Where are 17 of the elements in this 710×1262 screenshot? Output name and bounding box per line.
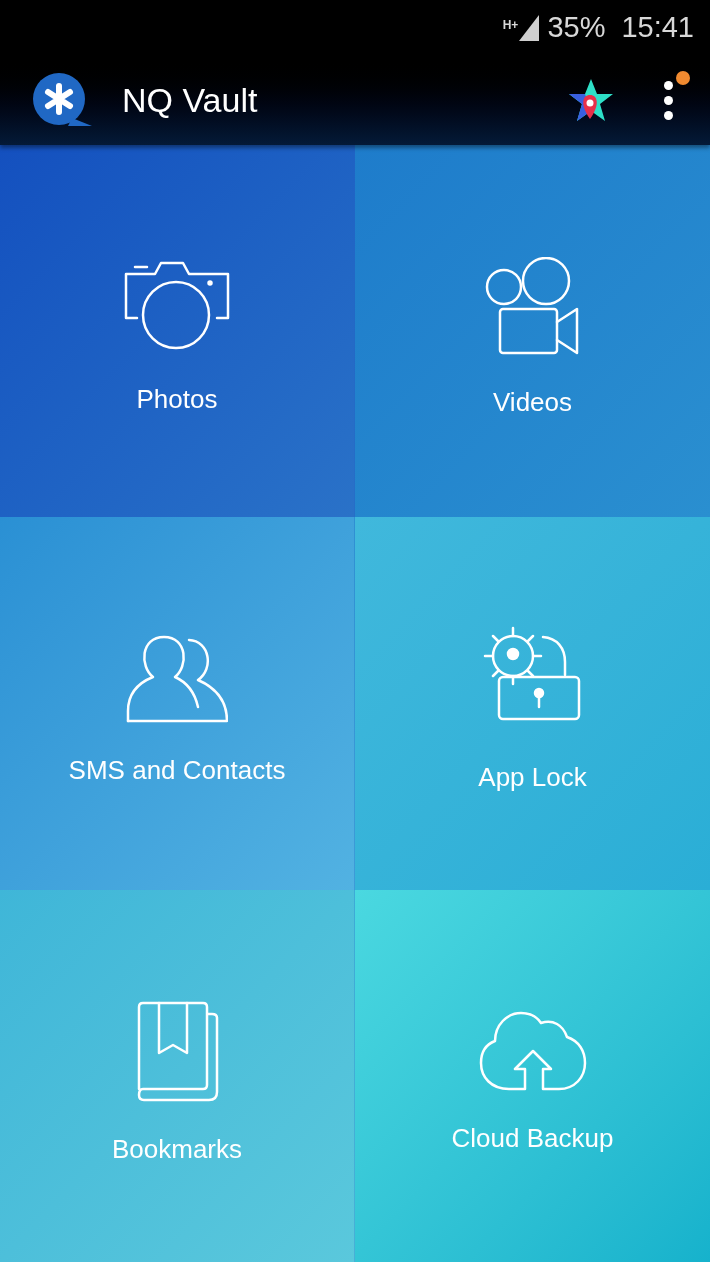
feature-tile[interactable]: Videos: [355, 145, 710, 518]
feature-tile[interactable]: SMS and Contacts: [0, 517, 355, 890]
video-camera-icon: [484, 257, 581, 356]
clock: 15:41: [621, 13, 694, 42]
battery-level: 35%: [547, 13, 606, 42]
network-type: H+: [502, 18, 519, 31]
app-logo: [32, 72, 92, 128]
app-title: NQ Vault: [122, 79, 258, 121]
cloud-upload-icon: [478, 1010, 587, 1091]
feature-tile[interactable]: Cloud Backup: [355, 889, 710, 1262]
feature-tile[interactable]: App Lock: [355, 517, 710, 890]
star-pin-button[interactable]: [568, 77, 614, 123]
star-pin-icon: [568, 77, 614, 123]
signal-icon: [519, 14, 540, 41]
people-icon: [126, 633, 228, 724]
feature-tile[interactable]: Bookmarks: [0, 889, 355, 1262]
feature-tile[interactable]: Photos: [0, 145, 355, 518]
